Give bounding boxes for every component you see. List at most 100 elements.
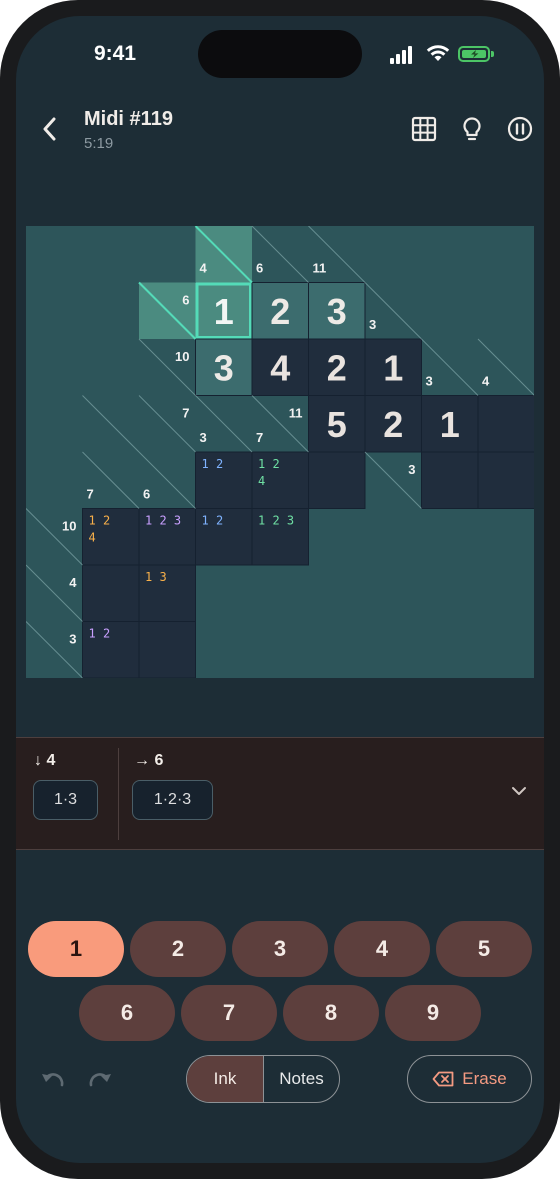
down-clue-number: 4 [482, 374, 490, 389]
board-cell[interactable]: 1 [195, 282, 253, 340]
across-clue-number: 11 [289, 406, 303, 421]
cell-value: 1 [383, 347, 403, 388]
number-key-5[interactable]: 5 [436, 921, 532, 977]
board-cell[interactable]: 1 3 [138, 564, 196, 622]
clue-divider-line [364, 451, 422, 509]
board-cell[interactable]: 1 2 [195, 451, 253, 509]
charging-bolt-icon [471, 50, 479, 58]
board-cell[interactable]: 5 [308, 395, 366, 453]
down-clue-number: 3 [200, 430, 207, 445]
across-clue-heading: → 6 [134, 752, 163, 770]
clue-divider-line [82, 395, 140, 453]
board-cell[interactable] [477, 395, 534, 453]
board-cell[interactable]: 2 [251, 282, 309, 340]
number-key-8[interactable]: 8 [283, 985, 379, 1041]
puzzle-timer: 5:19 [84, 135, 114, 152]
pencil-note: 1 2 3 [145, 514, 181, 528]
clue-cell: 10 [138, 338, 196, 396]
across-clue-number: 4 [69, 575, 77, 590]
number-key-2[interactable]: 2 [130, 921, 226, 977]
dynamic-island [198, 30, 362, 78]
chevron-down-icon[interactable] [510, 784, 528, 798]
board-cell[interactable] [308, 451, 366, 509]
across-clue-number: 10 [175, 349, 189, 364]
board-cell[interactable]: 2 [364, 395, 422, 453]
board-cell[interactable]: 1 2 [82, 621, 140, 679]
clue-cell: 6 [251, 226, 309, 283]
pencil-note: 1 2 3 [258, 514, 294, 528]
cell-value: 2 [270, 291, 290, 332]
across-clue-number: 7 [182, 406, 189, 421]
status-time: 9:41 [94, 42, 137, 65]
board-cell[interactable]: 3 [195, 338, 253, 396]
board-cell[interactable] [477, 451, 534, 509]
cell-value: 5 [327, 404, 347, 445]
pencil-note: 4 [258, 474, 265, 488]
across-clue-sum: 6 [154, 752, 164, 769]
back-button[interactable] [38, 114, 64, 144]
clue-cell: 3 [421, 338, 479, 396]
across-clue-number: 10 [62, 519, 76, 534]
undo-icon[interactable] [37, 1068, 67, 1090]
wifi-icon [426, 45, 450, 61]
down-clue-sum: 4 [46, 752, 56, 769]
down-clue-number: 6 [143, 487, 150, 502]
clue-cell: 11 [308, 226, 366, 283]
board-cell[interactable]: 1 24 [82, 508, 140, 566]
clue-cell: 3 [195, 395, 253, 453]
pencil-note: 1 2 [258, 457, 280, 471]
board-cell[interactable] [421, 451, 479, 509]
notes-mode-button[interactable]: Notes [263, 1056, 339, 1102]
redo-icon[interactable] [86, 1068, 116, 1090]
down-clue-number: 11 [313, 261, 327, 276]
clue-divider [118, 748, 119, 840]
cell-value: 2 [383, 404, 403, 445]
pencil-note: 1 3 [145, 570, 167, 584]
pause-circle-icon[interactable] [507, 116, 533, 142]
number-key-4[interactable]: 4 [334, 921, 430, 977]
board-cell[interactable]: 3 [308, 282, 366, 340]
arrow-down-icon: ↓ [34, 752, 42, 769]
number-key-3[interactable]: 3 [232, 921, 328, 977]
board-cell[interactable]: 2 [308, 338, 366, 396]
board-cell[interactable]: 4 [251, 338, 309, 396]
board-cell[interactable] [138, 621, 196, 679]
across-combo-chip[interactable]: 1·2·3 [132, 780, 213, 820]
page-title: Midi #119 [84, 108, 173, 130]
number-key-7[interactable]: 7 [181, 985, 277, 1041]
number-key-1[interactable]: 1 [28, 921, 124, 977]
pencil-note: 1 2 [202, 514, 224, 528]
board-cell[interactable]: 1 2 3 [138, 508, 196, 566]
clue-cell: 4 [194, 226, 253, 284]
board-cell[interactable]: 1 2 [195, 508, 253, 566]
lightbulb-icon[interactable] [459, 116, 485, 142]
number-key-6[interactable]: 6 [79, 985, 175, 1041]
kakuro-board: 12334215211 21 241 241 2 31 21 2 31 31 2… [26, 226, 534, 678]
board-cell[interactable]: 1 [421, 395, 479, 453]
clue-cell: 3 [364, 451, 422, 509]
clue-divider-line [26, 564, 83, 622]
board-cell[interactable]: 1 2 3 [251, 508, 309, 566]
pencil-note: 1 2 [202, 457, 224, 471]
ink-notes-toggle: Ink Notes [186, 1055, 340, 1103]
cell-background [138, 621, 196, 678]
cell-value: 3 [327, 291, 347, 332]
number-key-9[interactable]: 9 [385, 985, 481, 1041]
board-cell[interactable]: 1 [364, 338, 422, 396]
battery-icon [458, 46, 490, 62]
down-clue-number: 7 [87, 487, 94, 502]
backspace-icon [432, 1071, 454, 1087]
board-cell[interactable] [82, 564, 140, 622]
board-cell[interactable]: 1 24 [251, 451, 309, 509]
clue-cell: 6 [138, 281, 197, 340]
pencil-note: 1 2 [89, 514, 111, 528]
pencil-note: 1 2 [89, 627, 111, 641]
down-clue-heading: ↓ 4 [34, 752, 55, 770]
grid-icon[interactable] [411, 116, 437, 142]
erase-button[interactable]: Erase [407, 1055, 532, 1103]
clue-cell [82, 395, 140, 453]
cell-value: 3 [214, 347, 234, 388]
erase-label: Erase [462, 1069, 507, 1088]
down-combo-chip[interactable]: 1·3 [33, 780, 98, 820]
ink-mode-button[interactable]: Ink [187, 1056, 263, 1102]
